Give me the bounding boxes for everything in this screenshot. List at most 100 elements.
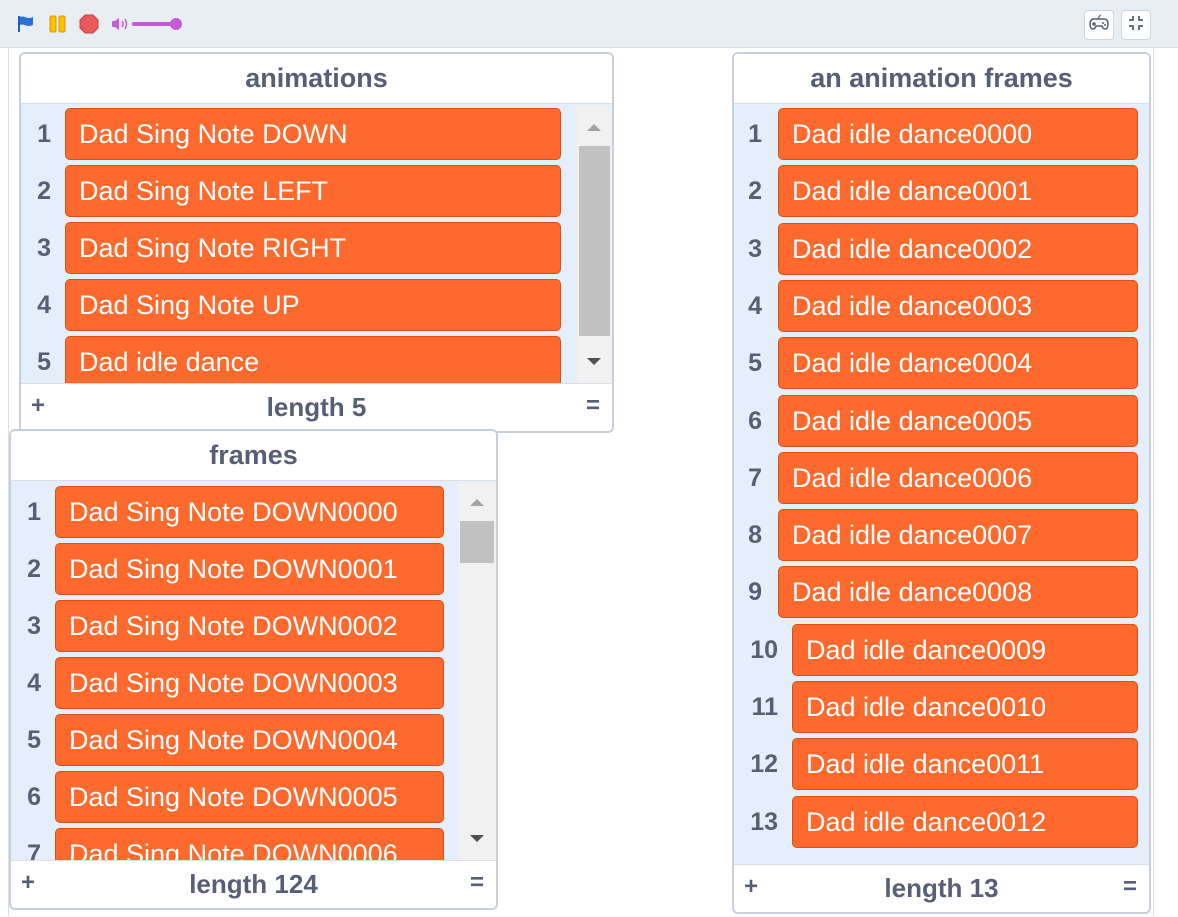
item-index: 11 <box>751 693 778 721</box>
list-item[interactable]: 2 Dad idle dance0001 <box>734 165 1149 222</box>
item-index: 2 <box>27 555 41 583</box>
volume-slider-handle[interactable] <box>170 18 182 30</box>
item-index: 2 <box>748 177 762 206</box>
item-value[interactable]: Dad Sing Note DOWN0001 <box>55 543 444 595</box>
list-item[interactable]: 11 Dad idle dance0010 <box>734 681 1149 738</box>
scroll-down-icon[interactable] <box>470 835 484 842</box>
list-item[interactable]: 9 Dad idle dance0008 <box>734 566 1149 623</box>
item-index: 7 <box>27 840 41 860</box>
list-item[interactable]: 2 Dad Sing Note DOWN0001 <box>11 543 496 600</box>
item-value[interactable]: Dad Sing Note DOWN0003 <box>55 657 444 709</box>
item-value[interactable]: Dad Sing Note DOWN0002 <box>55 600 444 652</box>
list-items[interactable]: 1 Dad idle dance0000 2 Dad idle dance0001 3 D… <box>734 104 1149 864</box>
item-value[interactable]: Dad idle dance0011 <box>792 738 1138 791</box>
volume-icon[interactable] <box>110 16 130 37</box>
flag-icon[interactable] <box>16 14 36 39</box>
item-index: 5 <box>37 348 51 376</box>
list-item[interactable]: 5 Dad idle dance0004 <box>734 337 1149 394</box>
list-item[interactable]: 1 Dad idle dance0000 <box>734 108 1149 165</box>
list-item[interactable]: 4 Dad idle dance0003 <box>734 279 1149 337</box>
monitor-title: animations <box>21 54 612 104</box>
item-value[interactable]: Dad Sing Note DOWN <box>65 108 561 160</box>
list-item[interactable]: 2 Dad Sing Note LEFT <box>21 165 612 222</box>
list-item[interactable]: 10 Dad idle dance0009 <box>734 623 1149 681</box>
list-item[interactable]: 4 Dad Sing Note DOWN0003 <box>11 657 496 714</box>
pause-icon[interactable] <box>48 14 68 39</box>
item-value[interactable]: Dad idle dance0010 <box>792 681 1138 733</box>
item-value[interactable]: Dad Sing Note UP <box>65 279 561 331</box>
list-item[interactable]: 8 Dad idle dance0007 <box>734 509 1149 566</box>
item-index: 10 <box>750 635 778 664</box>
list-item[interactable]: 6 Dad Sing Note DOWN0005 <box>11 771 496 828</box>
item-value[interactable]: Dad idle dance0005 <box>778 394 1138 447</box>
monitor-title: an animation frames <box>734 54 1149 104</box>
list-item[interactable]: 6 Dad idle dance0005 <box>734 394 1149 452</box>
list-item[interactable]: 4 Dad Sing Note UP <box>21 279 612 336</box>
scrollbar-thumb[interactable] <box>579 146 610 336</box>
list-monitor-frames[interactable]: frames 1 Dad Sing Note DOWN0000 2 Dad Sing … <box>9 429 498 910</box>
list-length: length 5 <box>266 392 367 422</box>
item-value[interactable]: Dad Sing Note DOWN0000 <box>55 486 444 538</box>
list-item[interactable]: 3 Dad Sing Note RIGHT <box>21 222 612 279</box>
item-value[interactable]: Dad idle dance0009 <box>792 623 1138 676</box>
item-index: 12 <box>750 750 778 779</box>
item-value[interactable]: Dad idle dance0007 <box>778 509 1138 562</box>
resize-handle[interactable]: = <box>1123 873 1137 901</box>
item-index: 4 <box>27 669 41 697</box>
list-monitor-an-animation-frames[interactable]: an animation frames 1 Dad idle dance0000 2… <box>732 52 1151 914</box>
list-item[interactable]: 7 Dad idle dance0006 <box>734 451 1149 509</box>
scroll-up-icon[interactable] <box>470 499 484 506</box>
item-index: 3 <box>37 234 51 262</box>
resize-handle[interactable]: = <box>586 392 600 420</box>
item-value[interactable]: Dad idle dance0003 <box>778 279 1138 332</box>
list-monitor-animations[interactable]: animations 1 Dad Sing Note DOWN 2 Dad Sing … <box>19 52 614 433</box>
list-item[interactable]: 7 Dad Sing Note DOWN0006 <box>11 828 496 860</box>
gamepad-icon <box>1088 13 1110 37</box>
list-items[interactable]: 1 Dad Sing Note DOWN0000 2 Dad Sing Note DO… <box>11 481 496 860</box>
scroll-down-icon[interactable] <box>587 358 601 365</box>
item-index: 13 <box>750 807 778 836</box>
item-index: 2 <box>37 177 51 205</box>
item-value[interactable]: Dad Sing Note DOWN0005 <box>55 771 444 823</box>
volume-slider-track[interactable] <box>132 22 174 26</box>
list-item[interactable]: 1 Dad Sing Note DOWN <box>21 108 612 165</box>
item-value[interactable]: Dad idle dance0008 <box>778 566 1138 619</box>
item-value[interactable]: Dad Sing Note DOWN0004 <box>55 714 444 766</box>
resize-handle[interactable]: = <box>470 869 484 897</box>
monitor-footer: + length 124 = <box>11 860 496 908</box>
item-index: 4 <box>748 291 762 320</box>
monitor-footer: + length 13 = <box>734 864 1149 912</box>
scrollbar-thumb[interactable] <box>460 521 494 563</box>
list-item[interactable]: 3 Dad Sing Note DOWN0002 <box>11 600 496 657</box>
monitor-title: frames <box>11 431 496 481</box>
list-item[interactable]: 5 Dad Sing Note DOWN0004 <box>11 714 496 771</box>
scrollbar[interactable] <box>458 483 496 860</box>
item-index: 3 <box>748 234 762 263</box>
item-value[interactable]: Dad idle dance0006 <box>778 451 1138 504</box>
gamepad-button[interactable] <box>1084 10 1114 40</box>
item-value[interactable]: Dad Sing Note RIGHT <box>65 222 561 274</box>
item-index: 4 <box>37 291 51 319</box>
item-value[interactable]: Dad idle dance0004 <box>778 337 1138 390</box>
stop-icon[interactable] <box>79 14 99 39</box>
item-index: 9 <box>748 578 762 607</box>
item-index: 1 <box>748 120 762 148</box>
item-index: 6 <box>27 783 41 811</box>
list-item[interactable]: 13 Dad idle dance0012 <box>734 795 1149 853</box>
list-item[interactable]: 12 Dad idle dance0011 <box>734 738 1149 795</box>
exit-fullscreen-button[interactable] <box>1121 10 1151 40</box>
item-value[interactable]: Dad idle dance <box>65 336 561 383</box>
item-value[interactable]: Dad idle dance0002 <box>778 222 1138 275</box>
list-items[interactable]: 1 Dad Sing Note DOWN 2 Dad Sing Note LEFT 3 D… <box>21 104 612 383</box>
item-index: 6 <box>748 406 762 435</box>
list-item[interactable]: 3 Dad idle dance0002 <box>734 222 1149 280</box>
list-item[interactable]: 1 Dad Sing Note DOWN0000 <box>11 486 496 543</box>
item-value[interactable]: Dad idle dance0012 <box>792 795 1138 848</box>
item-value[interactable]: Dad idle dance0000 <box>778 108 1138 160</box>
item-value[interactable]: Dad Sing Note DOWN0006 <box>55 828 444 860</box>
list-item[interactable]: 5 Dad idle dance <box>21 336 612 383</box>
item-value[interactable]: Dad idle dance0001 <box>778 165 1138 218</box>
item-value[interactable]: Dad Sing Note LEFT <box>65 165 561 217</box>
scrollbar[interactable] <box>577 106 612 383</box>
scroll-up-icon[interactable] <box>587 124 601 131</box>
